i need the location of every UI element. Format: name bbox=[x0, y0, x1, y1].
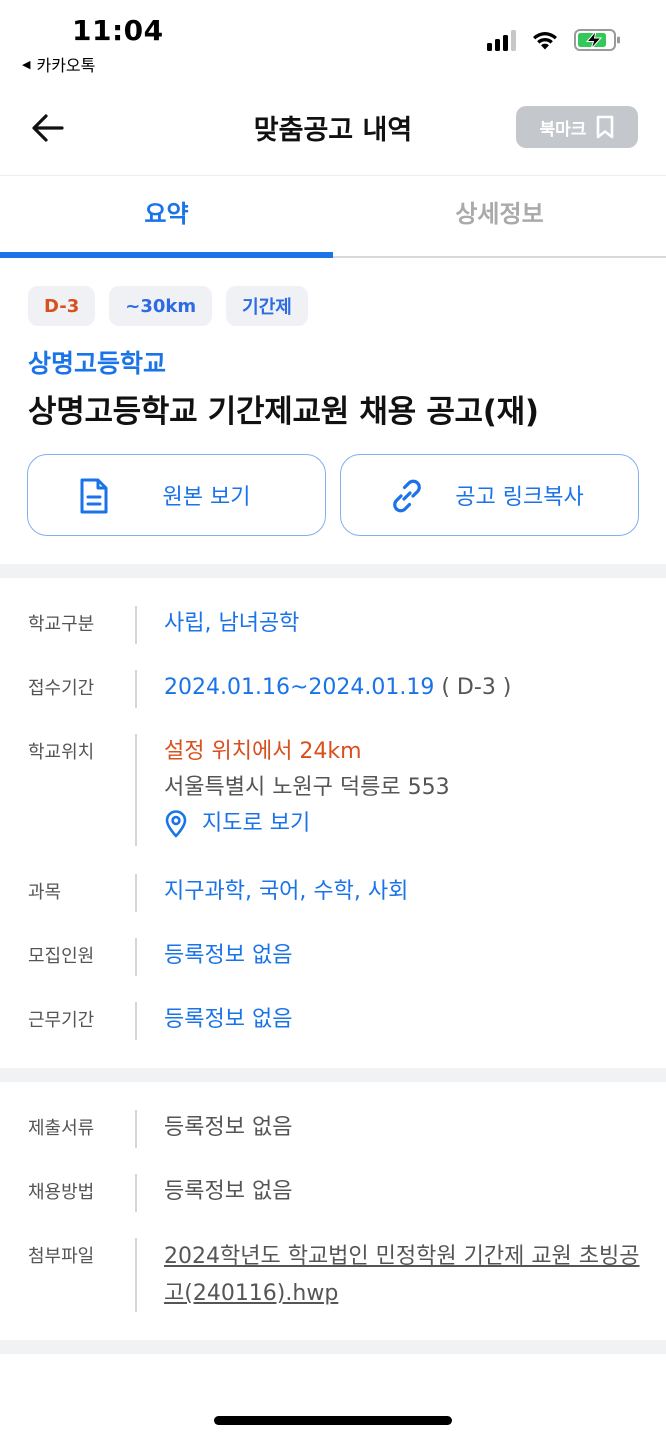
location-address: 서울특별시 노원구 덕릉로 553 bbox=[164, 775, 450, 800]
copy-link-label: 공고 링크복사 bbox=[455, 485, 584, 510]
row-separator bbox=[135, 1238, 137, 1312]
status-bar: 11:04 ◀ 카카오톡 bbox=[0, 0, 666, 80]
cellular-signal-icon bbox=[487, 29, 516, 51]
work-period-label: 근무기간 bbox=[28, 1010, 95, 1031]
copy-link-button[interactable]: 공고 링크복사 bbox=[340, 454, 639, 536]
method-value: 등록정보 없음 bbox=[164, 1179, 293, 1204]
period-value: 2024.01.16~2024.01.19 ( D-3 ) bbox=[164, 670, 511, 706]
subjects-label: 과목 bbox=[28, 882, 62, 903]
wifi-icon bbox=[533, 32, 557, 50]
status-back-app-label: 카카오톡 bbox=[36, 56, 96, 75]
method-label: 채용방법 bbox=[28, 1182, 95, 1203]
bookmark-icon bbox=[597, 115, 614, 139]
row-separator bbox=[135, 670, 137, 708]
location-value: 설정 위치에서 24km 서울특별시 노원구 덕릉로 553 지도로 보기 bbox=[164, 734, 450, 842]
section-divider bbox=[0, 1068, 666, 1082]
employment-type-chip: 기간제 bbox=[226, 286, 308, 326]
row-separator bbox=[135, 938, 137, 976]
period-label: 접수기간 bbox=[28, 678, 95, 699]
home-indicator bbox=[214, 1416, 452, 1425]
documents-value: 등록정보 없음 bbox=[164, 1115, 293, 1140]
back-triangle-icon: ◀ bbox=[22, 57, 31, 71]
recruit-count-label: 모집인원 bbox=[28, 946, 95, 967]
tab-summary[interactable]: 요약 bbox=[0, 176, 333, 258]
location-label: 학교위치 bbox=[28, 742, 95, 763]
recruit-count-value: 등록정보 없음 bbox=[164, 943, 293, 968]
section-divider bbox=[0, 1340, 666, 1354]
status-back-to-app[interactable]: ◀ 카카오톡 bbox=[22, 52, 95, 76]
distance-chip: ~30km bbox=[109, 286, 213, 326]
row-separator bbox=[135, 1174, 137, 1212]
row-separator bbox=[135, 734, 137, 846]
app-header: 맞춤공고 내역 북마크 bbox=[0, 80, 666, 176]
period-dday: ( D-3 ) bbox=[441, 675, 512, 700]
bookmark-label: 북마크 bbox=[539, 119, 587, 140]
map-pin-icon bbox=[165, 810, 187, 838]
view-map-link[interactable]: 지도로 보기 bbox=[164, 806, 450, 842]
school-name: 상명고등학교 bbox=[28, 349, 167, 378]
battery-charging-icon bbox=[574, 29, 620, 51]
chip-group: D-3 ~30km 기간제 bbox=[28, 286, 308, 326]
subjects-value: 지구과학, 국어, 수학, 사회 bbox=[164, 879, 409, 904]
row-separator bbox=[135, 1002, 137, 1040]
view-original-label: 원본 보기 bbox=[162, 485, 251, 510]
link-icon bbox=[387, 476, 427, 516]
tab-details[interactable]: 상세정보 bbox=[333, 176, 666, 256]
status-time: 11:04 bbox=[72, 14, 164, 47]
status-icons bbox=[487, 28, 622, 52]
dday-chip: D-3 bbox=[28, 286, 96, 326]
summary-section: D-3 ~30km 기간제 상명고등학교 상명고등학교 기간제교원 채용 공고(… bbox=[0, 258, 666, 564]
row-separator bbox=[135, 1110, 137, 1148]
section-divider bbox=[0, 564, 666, 578]
document-icon bbox=[74, 476, 114, 516]
school-type-label: 학교구분 bbox=[28, 614, 95, 635]
row-separator bbox=[135, 606, 137, 644]
attachment-value: 2024학년도 학교법인 민정학원 기간제 교원 초빙공고(240116).hw… bbox=[164, 1238, 644, 1312]
school-type-value: 사립, 남녀공학 bbox=[164, 611, 300, 636]
tab-bar: 요약 상세정보 bbox=[0, 176, 666, 258]
bookmark-button[interactable]: 북마크 bbox=[516, 106, 638, 148]
view-original-button[interactable]: 원본 보기 bbox=[27, 454, 326, 536]
notice-title: 상명고등학교 기간제교원 채용 공고(재) bbox=[28, 394, 539, 430]
attachment-label: 첨부파일 bbox=[28, 1246, 95, 1267]
view-map-label: 지도로 보기 bbox=[202, 811, 311, 836]
documents-label: 제출서류 bbox=[28, 1118, 95, 1139]
period-dates: 2024.01.16~2024.01.19 bbox=[164, 675, 435, 700]
work-period-value: 등록정보 없음 bbox=[164, 1007, 293, 1032]
row-separator bbox=[135, 874, 137, 912]
location-distance: 설정 위치에서 24km bbox=[164, 739, 362, 764]
attachment-file-link[interactable]: 2024학년도 학교법인 민정학원 기간제 교원 초빙공고(240116).hw… bbox=[164, 1238, 644, 1312]
